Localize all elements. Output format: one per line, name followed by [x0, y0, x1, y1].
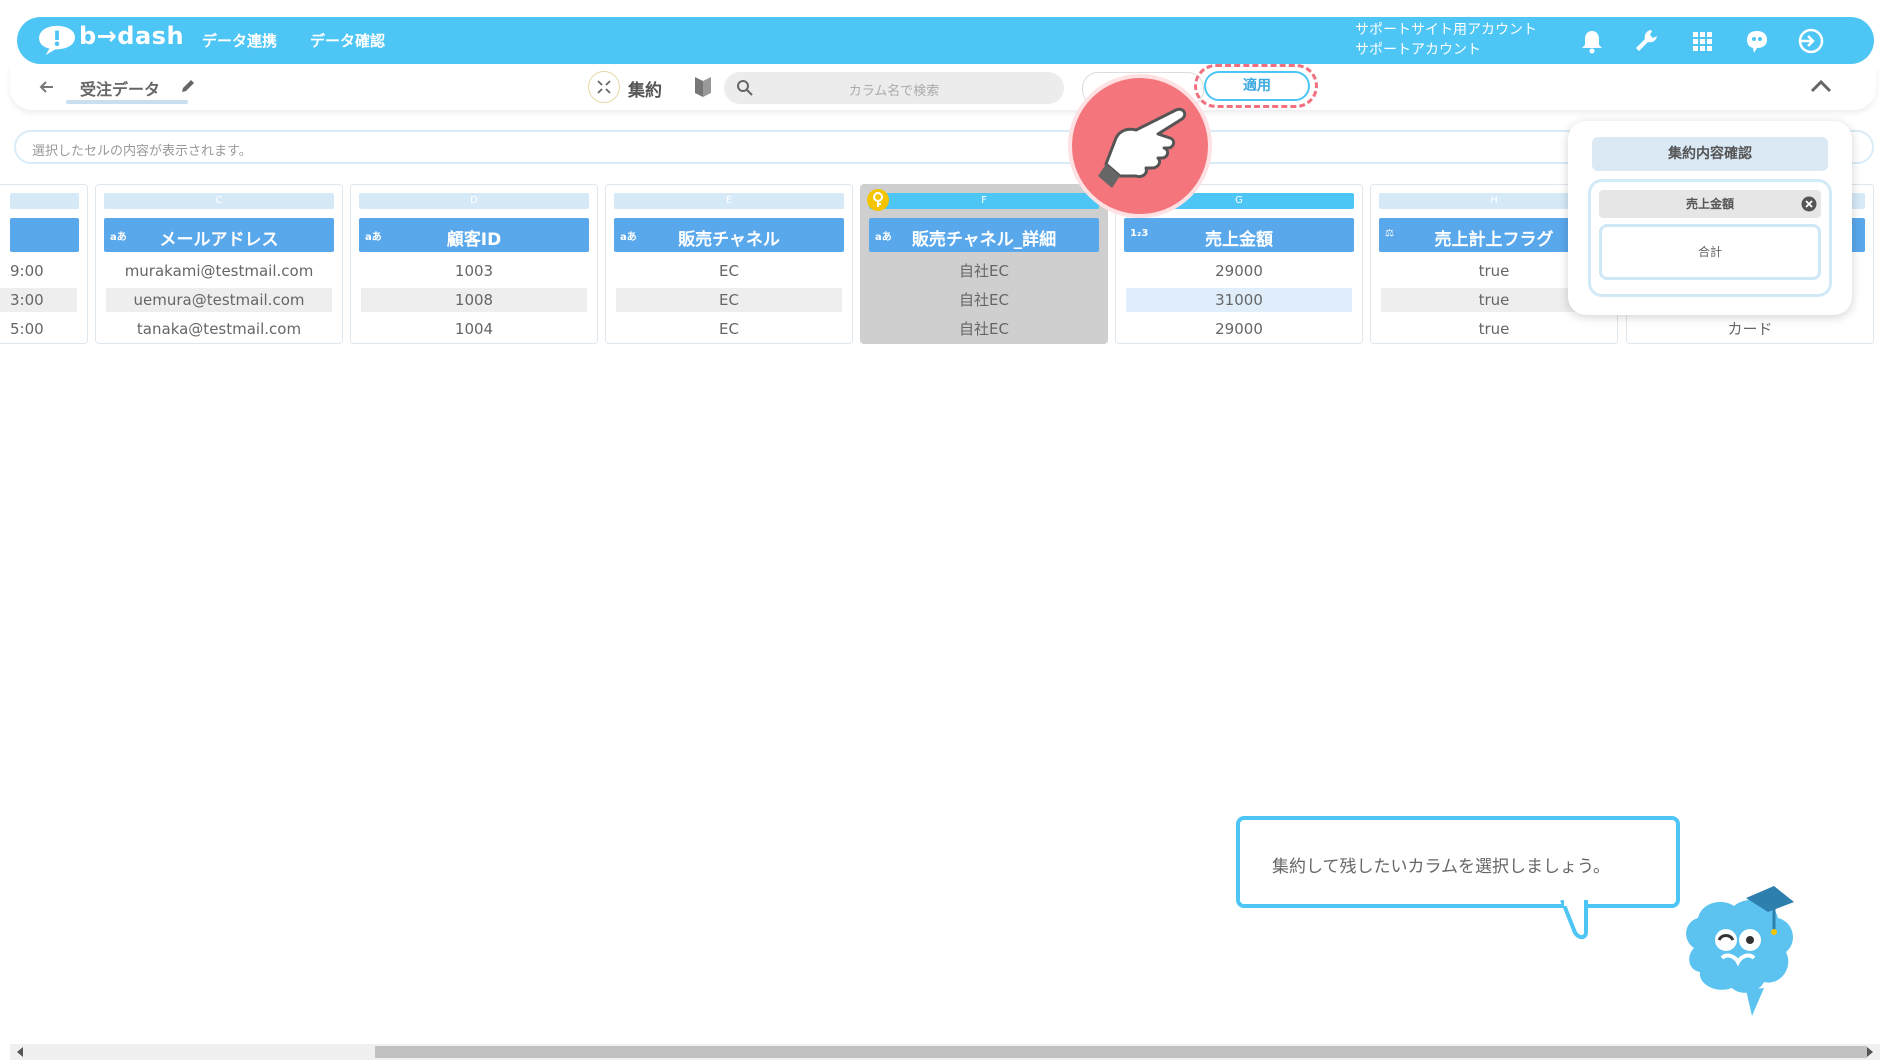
table-cell[interactable]: EC: [616, 288, 842, 312]
table-name[interactable]: 受注データ: [80, 76, 160, 100]
horizontal-scrollbar[interactable]: [10, 1044, 1880, 1060]
column-email[interactable]: C aあ メールアドレス murakami@testmail.com uemur…: [95, 184, 343, 344]
back-arrow-icon[interactable]: [38, 78, 56, 96]
table-cell[interactable]: 自社EC: [871, 259, 1097, 283]
table-cell[interactable]: 29000: [1126, 317, 1352, 341]
table-cell[interactable]: 5:00: [0, 317, 77, 341]
table-cell[interactable]: EC: [616, 259, 842, 283]
table-cell[interactable]: 1004: [361, 317, 587, 341]
column-letter: F: [869, 193, 1099, 209]
table-cell[interactable]: 29000: [1126, 259, 1352, 283]
column-header[interactable]: 1₂3 売上金額: [1124, 218, 1354, 252]
table-cell[interactable]: EC: [616, 317, 842, 341]
aggregation-column-name: 売上金額: [1685, 197, 1734, 211]
logo-icon: [39, 25, 75, 56]
column-partial-left[interactable]: 9:00 3:00 5:00: [0, 184, 88, 344]
column-name: 販売チャネル: [678, 230, 780, 250]
aggregation-panel-title: 集約内容確認: [1592, 137, 1828, 171]
table-toolbar: 受注データ 集約 カラム名で検索 適用: [10, 64, 1876, 110]
scrollbar-thumb[interactable]: [375, 1046, 1867, 1058]
top-app-bar: b→dash データ連携 データ確認 サポートサイト用アカウント サポートアカウ…: [17, 17, 1874, 64]
search-placeholder: カラム名で検索: [848, 84, 940, 99]
logo-text: b→dash: [79, 22, 185, 50]
table-cell[interactable]: カード: [1637, 317, 1863, 341]
table-cell[interactable]: uemura@testmail.com: [106, 288, 332, 312]
mascot-icon[interactable]: [1741, 26, 1771, 56]
table-cell[interactable]: 9:00: [0, 259, 77, 283]
column-header[interactable]: aあ 販売チャネル: [614, 218, 844, 252]
table-cell[interactable]: 自社EC: [871, 288, 1097, 312]
table-cell[interactable]: true: [1381, 317, 1607, 341]
account-name: サポートサイト用アカウント: [1355, 22, 1537, 38]
mode-label: 集約: [628, 81, 662, 101]
scroll-left-icon[interactable]: [16, 1047, 24, 1057]
aggregation-item: 売上金額 合計: [1588, 179, 1832, 297]
remove-icon[interactable]: [1801, 196, 1817, 212]
logout-icon[interactable]: [1795, 26, 1825, 56]
bubble-tail: [1560, 900, 1588, 939]
column-header[interactable]: aあ 販売チャネル_詳細: [869, 218, 1099, 252]
key-icon: [867, 189, 889, 211]
column-letter: E: [614, 193, 844, 209]
table-cell[interactable]: 1003: [361, 259, 587, 283]
aggregation-panel: 集約内容確認 売上金額 合計: [1568, 121, 1852, 315]
table-cell[interactable]: murakami@testmail.com: [106, 259, 332, 283]
wrench-icon[interactable]: [1631, 26, 1661, 56]
apply-button[interactable]: 適用: [1204, 71, 1310, 101]
aggregation-column-chip[interactable]: 売上金額: [1599, 190, 1821, 218]
column-name: 顧客ID: [446, 230, 502, 250]
column-name: メールアドレス: [159, 230, 279, 250]
table-cell[interactable]: 自社EC: [871, 317, 1097, 341]
tutorial-message: 集約して残したいカラムを選択しましょう。: [1272, 857, 1610, 877]
chevron-up-icon[interactable]: [1810, 78, 1832, 94]
nav-data-integration[interactable]: データ連携: [202, 30, 277, 51]
column-name: 販売チャネル_詳細: [911, 230, 1057, 250]
bell-icon[interactable]: [1577, 26, 1607, 56]
account-info[interactable]: サポートサイト用アカウント サポートアカウント: [1355, 20, 1537, 60]
column-letter: [10, 193, 79, 209]
column-search-input[interactable]: カラム名で検索: [724, 72, 1064, 104]
mascot-character: [1686, 886, 1794, 1016]
table-cell[interactable]: 3:00: [0, 288, 77, 312]
scroll-right-icon[interactable]: [1866, 1047, 1874, 1057]
aggregate-mode-icon[interactable]: [588, 71, 620, 103]
table-cell[interactable]: tanaka@testmail.com: [106, 317, 332, 341]
tutorial-speech-bubble: 集約して残したいカラムを選択しましょう。: [1236, 816, 1680, 908]
cell-content-placeholder: 選択したセルの内容が表示されます。: [32, 144, 252, 159]
column-letter: D: [359, 193, 589, 209]
table-name-underline: [66, 100, 188, 104]
column-name: 売上金額: [1205, 230, 1273, 250]
account-role: サポートアカウント: [1355, 42, 1481, 58]
pencil-icon[interactable]: [180, 78, 196, 94]
table-cell[interactable]: 31000: [1126, 288, 1352, 312]
nav-data-check[interactable]: データ確認: [310, 30, 385, 51]
column-header[interactable]: aあ 顧客ID: [359, 218, 589, 252]
pointing-hand-icon: [1068, 74, 1212, 218]
beginner-mark-icon[interactable]: [694, 76, 712, 98]
aggregation-function-select[interactable]: 合計: [1599, 224, 1821, 280]
grid-icon[interactable]: [1687, 26, 1717, 56]
column-sales-channel[interactable]: E aあ 販売チャネル EC EC EC: [605, 184, 853, 344]
column-header[interactable]: [10, 218, 79, 252]
column-customer-id[interactable]: D aあ 顧客ID 1003 1008 1004: [350, 184, 598, 344]
column-letter: C: [104, 193, 334, 209]
column-header[interactable]: aあ メールアドレス: [104, 218, 334, 252]
table-cell[interactable]: 1008: [361, 288, 587, 312]
